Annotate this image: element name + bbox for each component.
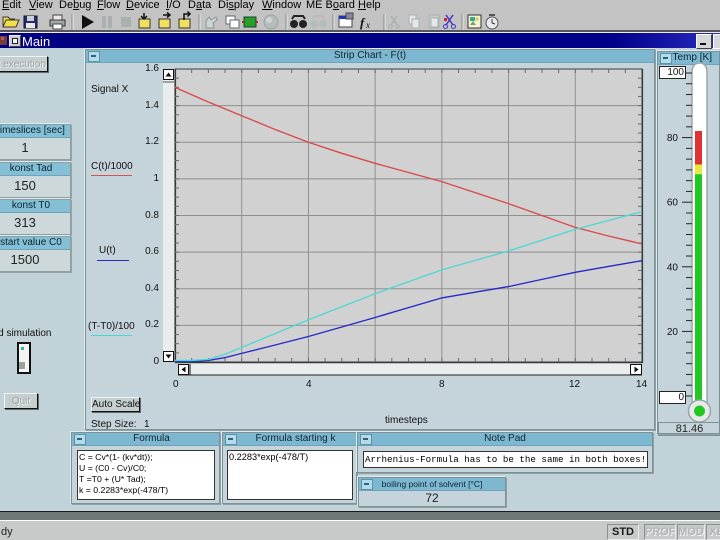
svg-text:80: 80 — [667, 133, 679, 144]
svg-text:60: 60 — [667, 198, 679, 209]
svg-text:20: 20 — [667, 327, 679, 338]
svg-text:x: x — [365, 20, 370, 30]
svg-text:40: 40 — [667, 262, 679, 273]
